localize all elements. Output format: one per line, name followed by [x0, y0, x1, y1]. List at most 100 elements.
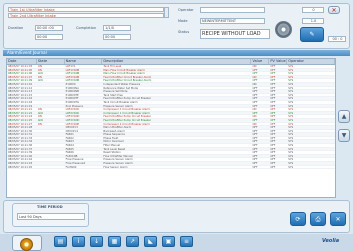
table-cell-pv: OFF — [270, 111, 276, 115]
table-cell-name: FLRV1NB — [65, 154, 78, 158]
col-description[interactable]: Description — [102, 59, 252, 64]
table-cell-state — [37, 158, 65, 161]
cycle-select-line1[interactable]: Train 1st Ultrafilter Intake — [8, 7, 164, 12]
table-cell-state — [37, 83, 65, 86]
table-cell-date: 08/05/07 10:11:31 — [8, 133, 33, 136]
table-cell-op: SYS — [288, 72, 294, 75]
table-cell-date: 08/05/07 10:11:39 — [8, 151, 33, 154]
toolbar-button-3[interactable]: ↓ — [90, 236, 103, 247]
alarm-table[interactable]: Date State Name Description Value PV Val… — [6, 58, 336, 198]
table-cell-pv: OFF — [270, 72, 276, 75]
table-cell-pv: OFF — [270, 136, 276, 140]
col-pv-value[interactable]: PV Value — [269, 59, 288, 64]
table-cell-pv: OFF — [270, 97, 276, 100]
toolbar-button-1[interactable]: ▤ — [54, 236, 67, 247]
tools-button[interactable]: ✕ — [330, 212, 346, 226]
recipe-status: RECIPE WITHOUT LOAD — [200, 29, 270, 39]
mode-label: Mode — [178, 19, 188, 23]
time-field-a: 00:00 — [35, 34, 63, 40]
status-label: Status — [178, 30, 190, 34]
table-cell-state — [37, 133, 65, 136]
cycle-select-line2[interactable]: Train 2nd Ultrafilter Intake — [8, 13, 164, 18]
table-cell-pv: OFF — [270, 122, 276, 126]
table-cell-op: SYS — [288, 122, 294, 126]
table-cell-name: LRF2V1NC — [65, 111, 80, 115]
col-state[interactable]: State — [37, 59, 65, 64]
table-cell-date: 08/05/07 10:11:36 — [8, 144, 33, 147]
layers-icon: ▤ — [57, 238, 64, 245]
settings-icon: ▣ — [165, 238, 172, 245]
toolbar-button-7[interactable]: ▣ — [162, 236, 175, 247]
table-cell-op: SYS — [288, 158, 294, 162]
table-cell-name: FAR05 — [65, 147, 74, 151]
close-icon: ✕ — [331, 7, 337, 14]
completion-label: Completion — [76, 26, 97, 30]
scroll-up-button[interactable]: ▲ — [338, 110, 350, 123]
edit-icon: ✎ — [309, 31, 315, 38]
value-field-2: 1.0 — [302, 18, 324, 24]
table-cell-desc: Tank Circuit Breaker Alarm — [103, 100, 138, 104]
refresh-button[interactable]: ⟳ — [290, 212, 306, 226]
table-cell-pv: OFF — [270, 115, 276, 118]
scroll-down-button[interactable]: ▼ — [338, 129, 350, 142]
toolbar-button-2[interactable]: i — [72, 236, 85, 247]
page-field: 00 : 0 — [328, 36, 346, 42]
toolbar-button-6[interactable]: ◣ — [144, 236, 157, 247]
table-cell-name: FLOW00 — [65, 165, 77, 169]
table-cell-desc: Motor Overload — [103, 140, 124, 144]
list-icon: ≡ — [183, 238, 190, 245]
col-name[interactable]: Name — [65, 59, 103, 64]
table-cell-name: P10000SB — [65, 90, 79, 93]
table-cell-date: 08/05/07 10:11:03 — [8, 65, 33, 68]
table-cell-value: OFF — [252, 140, 258, 144]
table-cell-state: ACK — [37, 79, 44, 82]
table-cell-state — [37, 155, 65, 158]
col-operator[interactable]: Operator — [287, 59, 335, 64]
table-cell-op: SYS — [288, 90, 294, 93]
table-cell-pv: OFF — [270, 129, 276, 133]
table-cell-state — [37, 137, 65, 140]
table-cell-name: LRF2V1NB — [65, 79, 80, 82]
duration-field: 00:00 :00 — [35, 25, 63, 31]
time-period-select[interactable]: Last 90 Days — [17, 213, 85, 220]
table-row[interactable]: 08/05/07 10:11:45 FLOW00 Flow Sensor Alarm… — [7, 166, 335, 170]
table-cell-state — [37, 151, 65, 154]
toolbar-button-4[interactable]: ▦ — [108, 236, 121, 247]
col-date[interactable]: Date — [7, 59, 37, 64]
table-cell-desc: Reset Station — [103, 151, 121, 154]
table-cell-desc: Main Flow Circuit Breaker Alarm — [103, 68, 145, 72]
table-cell-op: SYS — [288, 154, 294, 158]
home-button[interactable] — [12, 235, 42, 251]
table-cell-value: OFF — [252, 165, 258, 169]
print-button[interactable]: ⎙ — [310, 212, 326, 226]
table-cell-desc: Pressure Sensor Alarm — [103, 158, 133, 162]
table-cell-desc: Tank Start Pres — [103, 93, 123, 97]
toolbar-button-8[interactable]: ≡ — [180, 236, 193, 247]
table-cell-value: OFF — [252, 158, 258, 162]
table-cell-name: FAR06 — [65, 151, 74, 154]
table-cell-desc: Feed Ultrafilter Circuit Breaker Alarm — [103, 75, 152, 79]
table-cell-pv: OFF — [270, 126, 276, 129]
table-cell-pv: OFF — [270, 140, 276, 144]
table-cell-desc: Compressor 1 Circuit Breaker Alarm — [103, 111, 150, 115]
col-value[interactable]: Value — [251, 59, 270, 64]
edit-button[interactable]: ✎ — [300, 27, 324, 42]
table-cell-value: OFF — [252, 97, 258, 100]
cycle-scroll[interactable] — [164, 7, 169, 18]
table-cell-pv: OFF — [270, 154, 276, 158]
toolbar-button-5[interactable]: ↗ — [126, 236, 139, 247]
trend-icon: ↗ — [129, 238, 136, 245]
table-cell-state — [37, 105, 65, 108]
table-cell-date: 08/05/07 10:11:27 — [8, 122, 33, 126]
table-cell-pv: OFF — [270, 144, 276, 147]
table-cell-value: OFF — [252, 154, 258, 158]
table-cell-value: ON — [252, 115, 257, 118]
table-cell-pv: OFF — [270, 68, 276, 72]
gear-icon — [275, 21, 292, 38]
table-cell-pv: OFF — [270, 104, 276, 108]
table-cell-date: 08/05/07 10:11:43 — [8, 162, 33, 165]
table-cell-op: SYS — [288, 165, 294, 169]
close-button[interactable]: ✕ — [328, 6, 340, 14]
table-cell-name: LRF2V1NB — [65, 75, 80, 79]
table-cell-desc: Compressor 1 Circuit Breaker Alarm — [103, 108, 150, 111]
